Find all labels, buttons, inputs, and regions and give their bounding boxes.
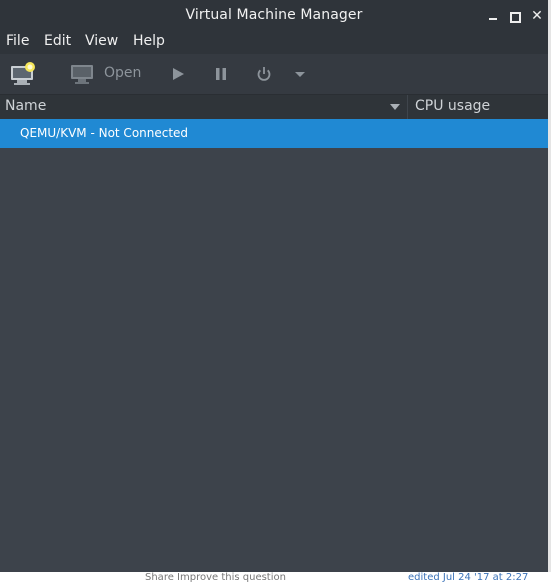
dropdown-arrow-icon [295, 72, 305, 77]
shutdown-menu-button[interactable] [291, 62, 309, 86]
run-button[interactable] [169, 62, 187, 86]
menu-view[interactable]: View [85, 33, 118, 49]
connection-row-qemu-kvm[interactable]: QEMU/KVM - Not Connected [0, 119, 548, 148]
play-icon [173, 68, 184, 80]
background-edited-text: edited Jul 24 '17 at 2:27 [408, 572, 529, 583]
window-title: Virtual Machine Manager [185, 7, 363, 23]
shutdown-button[interactable] [255, 62, 273, 86]
menu-edit[interactable]: Edit [44, 33, 71, 49]
connection-name: QEMU/KVM - Not Connected [20, 126, 189, 140]
new-vm-button[interactable] [9, 62, 37, 86]
menu-bar: File Edit View Help [0, 32, 548, 54]
open-console-button[interactable]: Open [66, 62, 146, 86]
connection-list: QEMU/KVM - Not Connected [0, 119, 548, 572]
toolbar: Open [0, 54, 548, 95]
new-vm-monitor-icon [11, 62, 35, 85]
console-monitor-icon [71, 65, 93, 84]
background-app-bottom: Share Improve this question edited Jul 2… [0, 572, 551, 583]
background-share-text: Share Improve this question [145, 572, 286, 583]
minimize-button[interactable] [485, 8, 501, 24]
column-name-label: Name [5, 98, 47, 114]
menu-file[interactable]: File [6, 33, 29, 49]
pause-button[interactable] [212, 62, 230, 86]
power-icon [257, 67, 271, 81]
sort-descending-icon [390, 104, 400, 110]
pause-icon [216, 68, 226, 80]
minimize-icon [489, 18, 497, 20]
column-header-name[interactable]: Name [0, 95, 408, 119]
close-icon: ✕ [531, 8, 543, 24]
column-header-cpu-usage[interactable]: CPU usage [408, 95, 548, 119]
menu-help[interactable]: Help [133, 33, 165, 49]
column-cpu-label: CPU usage [415, 98, 491, 114]
close-button[interactable]: ✕ [529, 8, 545, 24]
list-header: Name CPU usage [0, 95, 548, 119]
maximize-button[interactable] [507, 8, 523, 24]
maximize-icon [510, 12, 521, 23]
vmm-window: Virtual Machine Manager ✕ File Edit View… [0, 0, 548, 572]
open-label: Open [104, 65, 142, 81]
title-bar[interactable]: Virtual Machine Manager ✕ [0, 0, 548, 32]
